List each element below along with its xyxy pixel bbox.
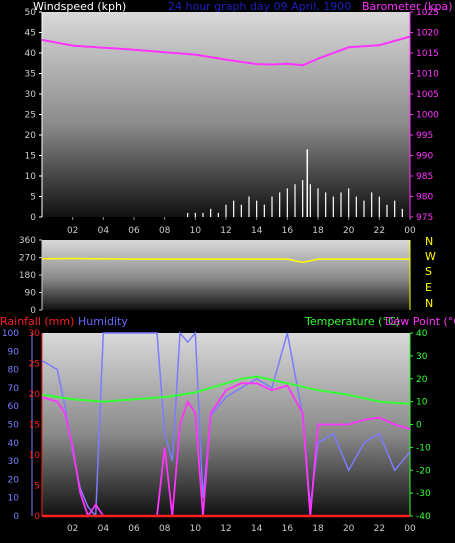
rainfall-tick-label: 5 xyxy=(34,482,40,492)
time-tick-label: 16 xyxy=(282,524,294,534)
chart-marks: 0510152025303540455097598098599099510001… xyxy=(2,8,439,534)
temperature-tick-label: 20 xyxy=(416,375,428,385)
windspeed-tick-label: 25 xyxy=(25,111,36,121)
time-tick-label: 10 xyxy=(190,524,202,534)
humidity-tick-label: 20 xyxy=(8,475,20,485)
temperature-tick-label: -10 xyxy=(416,443,431,453)
time-tick-label: 14 xyxy=(251,524,263,534)
barometer-tick-label: 1005 xyxy=(416,90,439,100)
time-tick-label: 18 xyxy=(312,226,324,236)
humidity-tick-label: 90 xyxy=(8,347,20,357)
direction-tick-label: 180 xyxy=(19,271,36,281)
humidity-tick-label: 80 xyxy=(8,366,20,376)
humidity-tick-label: 40 xyxy=(8,439,20,449)
dewpoint-axis-title: Dew Point (°C) xyxy=(385,315,455,328)
rainfall-tick-label: 10 xyxy=(29,451,41,461)
weather-graph-window: Windspeed (kph) 24 hour graph day 09 Apr… xyxy=(0,0,455,543)
time-tick-label: 04 xyxy=(98,524,110,534)
rainfall-tick-label: 25 xyxy=(29,360,40,370)
time-tick-label: 22 xyxy=(374,524,385,534)
time-tick-label: 16 xyxy=(282,226,294,236)
compass-label-w: W xyxy=(425,250,436,263)
windspeed-tick-label: 5 xyxy=(30,193,36,203)
rainfall-axis-title: Rainfall (mm) xyxy=(0,315,74,328)
time-tick-label: 00 xyxy=(404,524,416,534)
barometer-tick-label: 980 xyxy=(416,193,433,203)
direction-tick-label: 360 xyxy=(19,236,36,246)
temperature-tick-label: 10 xyxy=(416,398,428,408)
barometer-tick-label: 1000 xyxy=(416,111,439,121)
barometer-tick-label: 975 xyxy=(416,213,433,223)
time-tick-label: 12 xyxy=(220,226,231,236)
time-tick-label: 22 xyxy=(374,226,385,236)
barometer-tick-label: 995 xyxy=(416,131,433,141)
humidity-tick-label: 60 xyxy=(8,402,20,412)
time-tick-label: 02 xyxy=(67,524,78,534)
windspeed-axis-title: Windspeed (kph) xyxy=(33,0,126,13)
barometer-tick-label: 985 xyxy=(416,172,433,182)
humidity-tick-label: 0 xyxy=(13,512,19,522)
temperature-tick-label: -30 xyxy=(416,489,431,499)
time-tick-label: 10 xyxy=(190,226,202,236)
compass-label-s: S xyxy=(425,265,432,278)
windspeed-tick-label: 15 xyxy=(25,152,36,162)
rainfall-tick-label: 30 xyxy=(29,329,41,339)
direction-tick-label: 0 xyxy=(30,306,36,316)
rainfall-tick-label: 15 xyxy=(29,421,40,431)
time-tick-label: 12 xyxy=(220,524,231,534)
windspeed-tick-label: 20 xyxy=(25,131,37,141)
windspeed-tick-label: 0 xyxy=(30,213,36,223)
time-tick-label: 18 xyxy=(312,524,324,534)
rainfall-tick-label: 20 xyxy=(29,390,41,400)
barometer-tick-label: 1015 xyxy=(416,49,439,59)
windspeed-tick-label: 10 xyxy=(25,172,37,182)
barometer-tick-label: 1010 xyxy=(416,70,439,80)
barometer-tick-label: 1020 xyxy=(416,29,439,39)
barometer-tick-label: 1025 xyxy=(416,8,439,18)
humidity-axis-title: Humidity xyxy=(78,315,128,328)
compass-label-n-top: N xyxy=(425,235,433,248)
time-tick-label: 14 xyxy=(251,226,263,236)
temperature-tick-label: 30 xyxy=(416,352,428,362)
wind-barometer-plot-area xyxy=(42,12,410,217)
time-tick-label: 20 xyxy=(343,524,355,534)
humidity-tick-label: 10 xyxy=(8,494,20,504)
time-tick-label: 02 xyxy=(67,226,78,236)
humidity-tick-label: 100 xyxy=(2,329,19,339)
windspeed-tick-label: 40 xyxy=(25,49,37,59)
rainfall-tick-label: 0 xyxy=(34,512,40,522)
temperature-tick-label: -20 xyxy=(416,466,431,476)
compass-label-n-bottom: N xyxy=(425,297,433,310)
humidity-tick-label: 70 xyxy=(8,384,20,394)
windspeed-tick-label: 45 xyxy=(25,29,36,39)
windspeed-tick-label: 50 xyxy=(25,8,37,18)
time-tick-label: 20 xyxy=(343,226,355,236)
direction-tick-label: 270 xyxy=(19,254,36,264)
temperature-tick-label: -40 xyxy=(416,512,431,522)
humidity-tick-label: 30 xyxy=(8,457,20,467)
time-tick-label: 00 xyxy=(404,226,416,236)
direction-tick-label: 90 xyxy=(25,289,37,299)
barometer-axis-title: Barometer (kpa) xyxy=(362,0,453,13)
windspeed-tick-label: 35 xyxy=(25,70,36,80)
time-tick-label: 08 xyxy=(159,524,171,534)
compass-label-e: E xyxy=(425,281,432,294)
temperature-tick-label: 0 xyxy=(416,421,422,431)
time-tick-label: 04 xyxy=(98,226,110,236)
weather-charts: Windspeed (kph) 24 hour graph day 09 Apr… xyxy=(0,0,455,534)
windspeed-tick-label: 30 xyxy=(25,90,37,100)
humidity-tick-label: 50 xyxy=(8,421,20,431)
wind-direction-plot-area xyxy=(42,240,410,310)
time-tick-label: 08 xyxy=(159,226,171,236)
barometer-tick-label: 990 xyxy=(416,152,433,162)
chart-title: 24 hour graph day 09 April, 1900 xyxy=(168,0,351,13)
time-tick-label: 06 xyxy=(128,524,140,534)
temperature-tick-label: 40 xyxy=(416,329,428,339)
time-tick-label: 06 xyxy=(128,226,140,236)
